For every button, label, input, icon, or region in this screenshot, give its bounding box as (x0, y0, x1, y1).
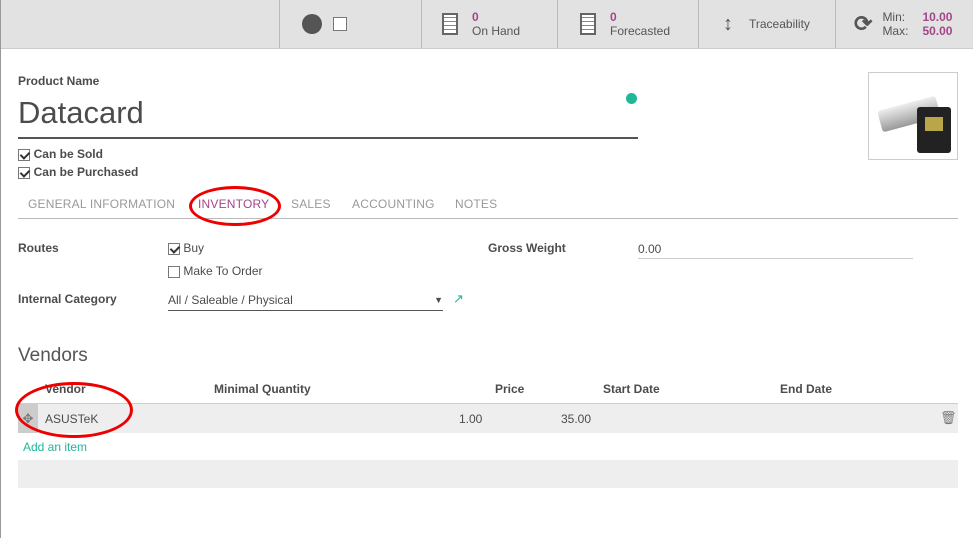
product-name-label: Product Name (18, 74, 100, 88)
can-be-sold-field[interactable]: Can be Sold (18, 146, 103, 161)
translate-globe-icon[interactable] (626, 93, 637, 104)
published-checkbox[interactable] (333, 17, 347, 31)
col-price[interactable]: Price (495, 382, 524, 396)
forecasted-label: Forecasted (610, 24, 671, 38)
min-label: Min: (882, 10, 906, 24)
mto-label: Make To Order (183, 264, 263, 278)
table-footer (18, 460, 958, 488)
status-bar: 0 On Hand 0 Forecasted ↕ Traceability ⟳ Mi… (1, 0, 973, 49)
gross-weight-label: Gross Weight (488, 241, 566, 255)
col-end-date[interactable]: End Date (780, 382, 832, 396)
internal-category-label: Internal Category (18, 292, 117, 306)
max-label: Max: (882, 24, 909, 38)
min-value: 10.00 (922, 10, 953, 24)
tab-notes[interactable]: NOTES (455, 197, 497, 211)
tab-sales[interactable]: SALES (291, 197, 331, 211)
forecasted-value: 0 (610, 10, 617, 24)
min-qty-cell: 1.00 (459, 412, 483, 426)
routes-label: Routes (18, 241, 59, 255)
website-publish-button[interactable] (279, 0, 421, 48)
can-be-purchased-checkbox[interactable] (18, 166, 30, 179)
annotation-circle-vendor (15, 382, 133, 438)
annotation-circle-inventory (189, 186, 281, 226)
col-start-date[interactable]: Start Date (603, 382, 660, 396)
can-be-purchased-field[interactable]: Can be Purchased (18, 164, 138, 179)
vendors-title: Vendors (18, 345, 88, 366)
add-item-link[interactable]: Add an item (23, 440, 87, 454)
price-cell: 35.00 (561, 412, 592, 426)
reordering-rules-button[interactable]: ⟳ Min: 10.00 Max: 50.00 (835, 0, 973, 48)
mto-checkbox[interactable] (168, 265, 180, 278)
can-be-sold-label: Can be Sold (33, 147, 103, 161)
buy-checkbox[interactable] (168, 242, 180, 255)
on-hand-button[interactable]: 0 On Hand (421, 0, 557, 48)
route-make-to-order[interactable]: Make To Order (168, 264, 263, 278)
building-icon (442, 13, 458, 35)
external-link-icon[interactable]: ↗ (453, 291, 464, 307)
product-name-input[interactable]: Datacard (18, 95, 638, 139)
globe-icon (302, 14, 322, 34)
building-icon (580, 13, 596, 35)
trash-icon[interactable]: 🗑 (940, 410, 957, 426)
traceability-label: Traceability (749, 17, 810, 31)
product-form: 0 On Hand 0 Forecasted ↕ Traceability ⟳ Mi… (0, 0, 973, 538)
tab-accounting[interactable]: ACCOUNTING (352, 197, 435, 211)
traceability-button[interactable]: ↕ Traceability (698, 0, 835, 48)
on-hand-label: On Hand (472, 24, 521, 38)
route-buy[interactable]: Buy (168, 241, 204, 255)
table-row[interactable]: ✥ ASUSTeK 1.00 35.00 🗑 (18, 403, 958, 433)
buy-label: Buy (183, 241, 205, 255)
forecasted-button[interactable]: 0 Forecasted (557, 0, 698, 48)
can-be-sold-checkbox[interactable] (18, 148, 30, 161)
col-minimal-quantity[interactable]: Minimal Quantity (214, 382, 311, 396)
category-value: All / Saleable / Physical (168, 293, 293, 307)
refresh-icon: ⟳ (854, 11, 873, 36)
gross-weight-input[interactable]: 0.00 (638, 242, 913, 259)
arrows-vertical-icon: ↕ (723, 12, 733, 35)
can-be-purchased-label: Can be Purchased (33, 165, 139, 179)
internal-category-select[interactable]: All / Saleable / Physical ▼ (168, 293, 443, 311)
tab-general-information[interactable]: GENERAL INFORMATION (28, 197, 175, 211)
product-image[interactable] (868, 72, 958, 160)
tabs-divider (18, 218, 958, 219)
on-hand-value: 0 (472, 10, 479, 24)
dropdown-caret-icon: ▼ (434, 295, 443, 305)
max-value: 50.00 (922, 24, 953, 38)
